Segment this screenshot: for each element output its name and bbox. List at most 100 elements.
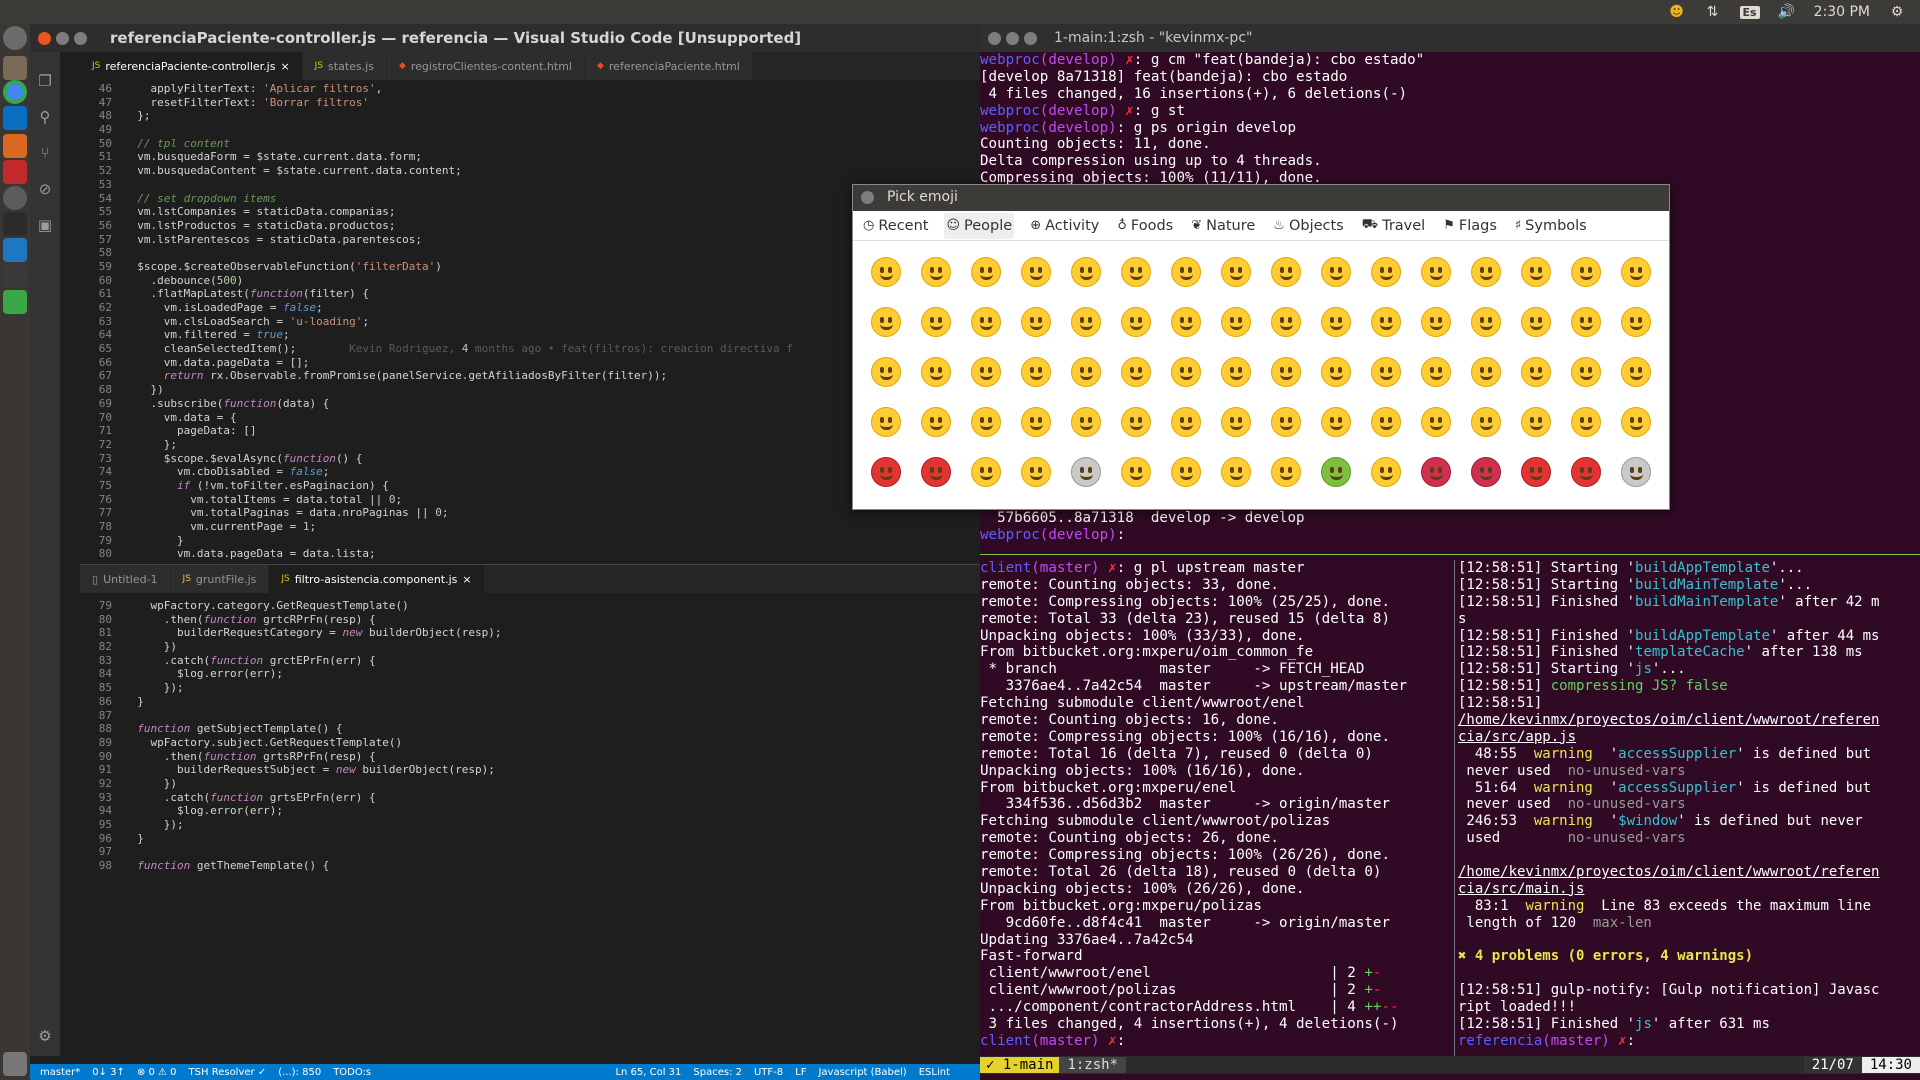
app-icon[interactable] — [3, 186, 27, 210]
code-line[interactable]: 91 builderRequestSubject = new builderOb… — [80, 763, 980, 777]
emoji-sob-icon[interactable] — [1161, 397, 1211, 447]
emoji-heart-eyes-icon[interactable] — [1461, 247, 1511, 297]
code-line[interactable]: 47 resetFilterText: 'Borrar filtros' — [80, 96, 980, 110]
tab-foods[interactable]: ♁ Foods — [1115, 213, 1175, 239]
emoji-smiley-icon[interactable] — [1061, 247, 1111, 297]
emoji-flushed-icon[interactable] — [1561, 397, 1611, 447]
emoji-mask-icon[interactable] — [1161, 447, 1211, 497]
emoji-sweat-icon[interactable] — [1311, 347, 1361, 397]
code-line[interactable]: 79 } — [80, 534, 980, 548]
emoji-dizzy-icon[interactable] — [1611, 397, 1661, 447]
tab-filtro-asistencia[interactable]: JS filtro-asistencia.component.js × — [269, 565, 485, 593]
tmux-window[interactable]: 1:zsh* — [1059, 1057, 1127, 1073]
app-icon[interactable] — [3, 160, 27, 184]
code-line[interactable]: 72 }; — [80, 438, 980, 452]
code-line[interactable]: 75 if (!vm.toFilter.esPaginacion) { — [80, 479, 980, 493]
emoji-pensive-icon[interactable] — [1361, 347, 1411, 397]
emoji-sleeping-icon[interactable] — [911, 347, 961, 397]
code-line[interactable]: 48 }; — [80, 109, 980, 123]
tab-activity[interactable]: ⊕ Activity — [1028, 213, 1101, 239]
close-icon[interactable] — [988, 32, 1001, 45]
clock[interactable]: 2:30 PM — [1814, 4, 1870, 20]
todos-indicator[interactable]: TODO:s — [333, 1067, 371, 1078]
vscode-icon[interactable] — [3, 106, 27, 130]
emoji-relieved-icon[interactable] — [961, 347, 1011, 397]
code-editor[interactable]: 79 wpFactory.category.GetRequestTemplate… — [80, 599, 980, 1063]
emoji-kissing-icon[interactable] — [1561, 247, 1611, 297]
code-line[interactable]: 81 builderRequestCategory = new builderO… — [80, 626, 980, 640]
emoji-slightly-frowning-icon[interactable] — [861, 397, 911, 447]
emoji-disappointed-icon[interactable] — [961, 397, 1011, 447]
emoji-nerd-icon[interactable] — [1011, 347, 1061, 397]
code-line[interactable]: 98 function getThemeTemplate() { — [80, 859, 980, 873]
branch-indicator[interactable]: master* — [40, 1067, 80, 1078]
tab-untitled[interactable]: ▯ Untitled-1 — [80, 565, 171, 593]
emoji-icon[interactable]: ☻ — [1668, 4, 1686, 20]
emoji-confused-icon[interactable] — [1411, 347, 1461, 397]
chrome-icon[interactable] — [3, 80, 27, 104]
cursor-position[interactable]: Ln 65, Col 31 — [615, 1067, 681, 1078]
tab-registroclientes[interactable]: ◆ registroClientes-content.html — [386, 52, 585, 80]
emoji-lying-icon[interactable] — [1111, 447, 1161, 497]
emoji-expressionless-icon[interactable] — [1161, 297, 1211, 347]
emoji-angry-icon[interactable] — [911, 447, 961, 497]
tab-objects[interactable]: ♨ Objects — [1271, 213, 1345, 239]
code-line[interactable]: 46 applyFilterText: 'Aplicar filtros', — [80, 82, 980, 96]
emoji-slightly-smiling-icon[interactable] — [911, 297, 961, 347]
emoji-sweat-smile-icon[interactable] — [1161, 247, 1211, 297]
emoji-wink-icon[interactable] — [1261, 247, 1311, 297]
code-editor[interactable]: 46 applyFilterText: 'Aplicar filtros', 47… — [80, 82, 980, 562]
emoji-kissing-closed-eyes-icon[interactable] — [861, 297, 911, 347]
emoji-scream-icon[interactable] — [1511, 397, 1561, 447]
emoji-frowning-icon[interactable] — [1611, 347, 1661, 397]
emoji-stuck-out-tongue-wink-icon[interactable] — [1111, 347, 1161, 397]
code-line[interactable]: 76 vm.totalItems = data.total || 0; — [80, 493, 980, 507]
emoji-disappointed-relieved-icon[interactable] — [1411, 297, 1461, 347]
emoji-fearful-icon[interactable] — [1311, 397, 1361, 447]
emoji-cowboy-icon[interactable] — [1011, 447, 1061, 497]
emoji-rage-icon[interactable] — [861, 447, 911, 497]
emoji-head-bandage-icon[interactable] — [1261, 447, 1311, 497]
code-line[interactable]: 67 return rx.Observable.fromPromise(pane… — [80, 369, 980, 383]
code-line[interactable]: 77 vm.totalPaginas = data.nroPaginas || … — [80, 506, 980, 520]
terminal-pane-left[interactable]: client(master) ✗: g pl upstream master re… — [980, 560, 1450, 1072]
emoji-smiling-icon[interactable] — [961, 297, 1011, 347]
code-line[interactable]: 55 vm.lstCompanies = staticData.compania… — [80, 205, 980, 219]
code-line[interactable]: 80 .then(function grtcRPrFn(resp) { — [80, 613, 980, 627]
code-line[interactable]: 50 // tpl content — [80, 137, 980, 151]
code-line[interactable]: 52 vm.busquedaContent = $state.current.d… — [80, 164, 980, 178]
code-line[interactable]: 86 } — [80, 695, 980, 709]
emoji-smiling-imp-icon[interactable] — [1411, 447, 1461, 497]
code-line[interactable]: 85 }); — [80, 681, 980, 695]
files-icon[interactable]: ❐ — [36, 72, 54, 90]
emoji-smile-icon[interactable] — [1111, 247, 1161, 297]
code-line[interactable]: 83 .catch(function grctEPrFn(err) { — [80, 654, 980, 668]
count-indicator[interactable]: (...): 850 — [278, 1067, 321, 1078]
code-line[interactable]: 54 // set dropdown items — [80, 192, 980, 206]
emoji-cold-sweat-icon[interactable] — [1461, 397, 1511, 447]
encoding[interactable]: UTF-8 — [754, 1067, 783, 1078]
emoji-drooling-icon[interactable] — [1211, 347, 1261, 397]
emoji-rofl-icon[interactable] — [1011, 247, 1061, 297]
spreadsheet-icon[interactable] — [3, 290, 27, 314]
tab-recent[interactable]: ◷ Recent — [861, 213, 930, 239]
code-line[interactable]: 68 }) — [80, 383, 980, 397]
code-line[interactable]: 96 } — [80, 832, 980, 846]
code-line[interactable]: 57 vm.lstParentescos = staticData.parent… — [80, 233, 980, 247]
code-line[interactable]: 73 $scope.$evalAsync(function() { — [80, 452, 980, 466]
tsh-resolver[interactable]: TSH Resolver ✓ — [189, 1067, 267, 1078]
code-line[interactable]: 95 }); — [80, 818, 980, 832]
code-line[interactable]: 60 .debounce(500) — [80, 274, 980, 288]
emoji-hushed-icon[interactable] — [1561, 297, 1611, 347]
emoji-stuck-out-tongue-closed-icon[interactable] — [1161, 347, 1211, 397]
terminal-pane-top[interactable]: webproc(develop) ✗: g cm "feat(bandeja):… — [980, 52, 1920, 188]
code-line[interactable]: 74 vm.cboDisabled = false; — [80, 465, 980, 479]
terminal-icon[interactable] — [3, 264, 27, 288]
debug-icon[interactable]: ⊘ — [36, 180, 54, 198]
emoji-imp-icon[interactable] — [1461, 447, 1511, 497]
close-icon[interactable]: × — [280, 60, 289, 73]
emoji-frowning-open-icon[interactable] — [1211, 397, 1261, 447]
code-line[interactable]: 70 vm.data = { — [80, 411, 980, 425]
minimize-icon[interactable] — [56, 32, 69, 45]
network-icon[interactable]: ⇅ — [1704, 4, 1722, 20]
